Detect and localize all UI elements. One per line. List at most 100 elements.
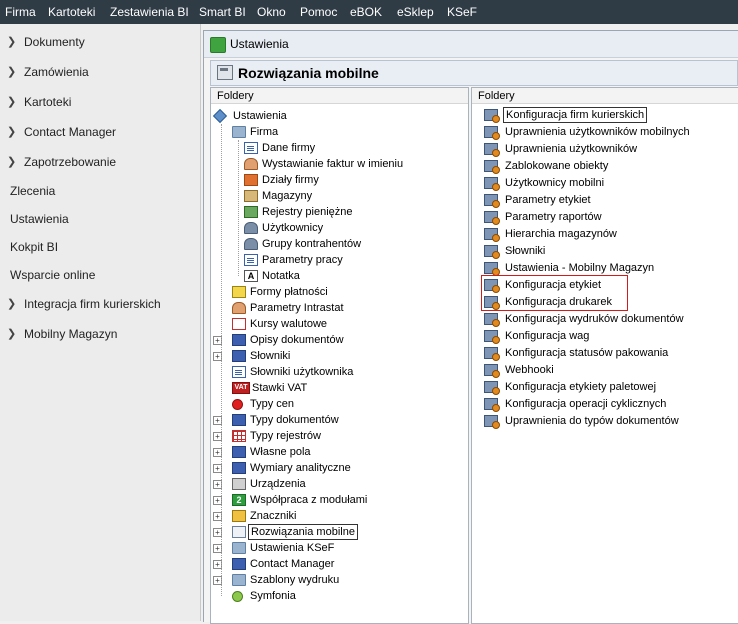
settings-list-icon xyxy=(484,211,500,225)
tree-item-magazyny[interactable]: Magazyny xyxy=(211,188,466,204)
nav-item-kokpit-bi[interactable]: Kokpit BI xyxy=(0,235,199,259)
nav-item-integracja-firm-kurierskich[interactable]: ❯ Integracja firm kurierskich xyxy=(0,292,199,316)
tree-item-formy-platnosci[interactable]: Formy płatności xyxy=(211,284,466,300)
folder-item-slowniki[interactable]: Słowniki xyxy=(472,243,738,259)
folder-item-webhooki[interactable]: Webhooki xyxy=(472,362,738,378)
tree-item-label: Parametry Intrastat xyxy=(250,302,344,314)
tree-item-notatka[interactable]: A Notatka xyxy=(211,268,466,284)
menu-ksef[interactable]: KSeF xyxy=(447,0,477,24)
tree-guide-line xyxy=(221,124,222,596)
tree-item-grupy-kontrahentow[interactable]: Grupy kontrahentów xyxy=(211,236,466,252)
folder-item-konfiguracja-statusow-pakowania[interactable]: Konfiguracja statusów pakowania xyxy=(472,345,738,361)
tree-item-slowniki[interactable]: + Słowniki xyxy=(211,348,466,364)
settings-list-icon xyxy=(484,364,500,378)
nav-item-zapotrzebowanie[interactable]: ❯ Zapotrzebowanie xyxy=(0,150,199,174)
nav-item-label: Integracja firm kurierskich xyxy=(24,297,161,311)
tree-item-opisy-dokumentow[interactable]: + Opisy dokumentów xyxy=(211,332,466,348)
menu-firma[interactable]: Firma xyxy=(5,0,36,24)
tree-item-label: Ustawienia xyxy=(233,110,287,122)
tree-item-typy-dokumentow[interactable]: + Typy dokumentów xyxy=(211,412,466,428)
tree-item-label: Opisy dokumentów xyxy=(250,334,344,346)
tree-item-ustawienia-ksef[interactable]: + Ustawienia KSeF xyxy=(211,540,466,556)
folder-item-uprawnienia-uzytkownikow-mobilnych[interactable]: Uprawnienia użytkowników mobilnych xyxy=(472,124,738,140)
tree-item-label: Notatka xyxy=(262,270,300,282)
tree-item-rejestry-pieniezne[interactable]: Rejestry pieniężne xyxy=(211,204,466,220)
tree-item-typy-cen[interactable]: Typy cen xyxy=(211,396,466,412)
settings-list-icon xyxy=(484,262,500,276)
folder-item-zablokowane-obiekty[interactable]: Zablokowane obiekty xyxy=(472,158,738,174)
tree-item-label: Użytkownicy xyxy=(262,222,324,234)
tools-icon xyxy=(212,108,228,124)
nav-item-kartoteki[interactable]: ❯ Kartoteki xyxy=(0,90,199,114)
nav-item-label: Kokpit BI xyxy=(10,240,59,254)
tree-item-label: Współpraca z modułami xyxy=(250,494,368,506)
settings-list-icon xyxy=(484,177,500,191)
tree-item-label: Wystawianie faktur w imieniu xyxy=(262,158,404,170)
tree-item-contact-manager[interactable]: + Contact Manager xyxy=(211,556,466,572)
tree-item-ustawienia[interactable]: Ustawienia xyxy=(211,108,466,124)
house-icon xyxy=(244,174,258,186)
menu-pomoc[interactable]: Pomoc xyxy=(300,0,337,24)
tree-item-urzadzenia[interactable]: + Urządzenia xyxy=(211,476,466,492)
tree-item-firma[interactable]: Firma xyxy=(211,124,466,140)
folder-item-konfiguracja-etykiety-paletowej[interactable]: Konfiguracja etykiety paletowej xyxy=(472,379,738,395)
folder-item-parametry-raportow[interactable]: Parametry raportów xyxy=(472,209,738,225)
tree-item-label: Szablony wydruku xyxy=(250,574,340,586)
menu-zestawienia-bi[interactable]: Zestawienia BI xyxy=(110,0,189,24)
tree-item-wspolpraca-z-modulami[interactable]: +2 Współpraca z modułami xyxy=(211,492,466,508)
tree-item-parametry-pracy[interactable]: Parametry pracy xyxy=(211,252,466,268)
window-title: Ustawienia xyxy=(230,37,289,51)
tree-item-dzialy-firmy[interactable]: Działy firmy xyxy=(211,172,466,188)
tree-item-szablony-wydruku[interactable]: + Szablony wydruku xyxy=(211,572,466,588)
tree-item-typy-rejestrow[interactable]: + Typy rejestrów xyxy=(211,428,466,444)
window-titlebar: Ustawienia xyxy=(204,31,738,58)
tree-item-parametry-intrastat[interactable]: Parametry Intrastat xyxy=(211,300,466,316)
menu-smart-bi[interactable]: Smart BI xyxy=(199,0,246,24)
nav-item-zamowienia[interactable]: ❯ Zamówienia xyxy=(0,60,199,84)
menu-esklep[interactable]: eSklep xyxy=(397,0,434,24)
settings-list-icon xyxy=(484,398,500,412)
tree-item-wystawianie-faktur-w-imieniu[interactable]: Wystawianie faktur w imieniu xyxy=(211,156,466,172)
folder-item-uprawnienia-do-typow-dokumentow[interactable]: Uprawnienia do typów dokumentów xyxy=(472,413,738,429)
folder-item-konfiguracja-operacji-cyklicznych[interactable]: Konfiguracja operacji cyklicznych xyxy=(472,396,738,412)
tree-item-znaczniki[interactable]: + Znaczniki xyxy=(211,508,466,524)
nav-item-wsparcie-online[interactable]: Wsparcie online xyxy=(0,263,199,287)
blue-doc-icon xyxy=(232,414,246,426)
settings-window-icon xyxy=(210,37,226,53)
menu-okno[interactable]: Okno xyxy=(257,0,286,24)
menu-kartoteki[interactable]: Kartoteki xyxy=(48,0,95,24)
tree-item-kursy-walutowe[interactable]: Kursy walutowe xyxy=(211,316,466,332)
folder-item-konfiguracja-wydrukow-dokumentow[interactable]: Konfiguracja wydruków dokumentów xyxy=(472,311,738,327)
tree-item-dane-firmy[interactable]: Dane firmy xyxy=(211,140,466,156)
menu-ebok[interactable]: eBOK xyxy=(350,0,382,24)
tree-item-label: Znaczniki xyxy=(250,510,297,522)
tree-item-wymiary-analityczne[interactable]: + Wymiary analityczne xyxy=(211,460,466,476)
folder-item-hierarchia-magazynow[interactable]: Hierarchia magazynów xyxy=(472,226,738,242)
nav-item-label: Mobilny Magazyn xyxy=(24,327,118,341)
red-dot-icon xyxy=(232,399,243,410)
module-icon: 2 xyxy=(232,494,246,506)
folder-item-parametry-etykiet[interactable]: Parametry etykiet xyxy=(472,192,738,208)
nav-item-dokumenty[interactable]: ❯ Dokumenty xyxy=(0,30,199,54)
tree-item-uzytkownicy[interactable]: Użytkownicy xyxy=(211,220,466,236)
tree-item-stawki-vat[interactable]: VAT Stawki VAT xyxy=(211,380,466,396)
folder-item-konfiguracja-wag[interactable]: Konfiguracja wag xyxy=(472,328,738,344)
nav-item-contact-manager[interactable]: ❯ Contact Manager xyxy=(0,120,199,144)
vat-icon: VAT xyxy=(232,382,250,394)
folder-item-label: Uprawnienia użytkowników xyxy=(505,143,638,155)
document-icon xyxy=(232,366,246,378)
tree-item-wlasne-pola[interactable]: + Własne pola xyxy=(211,444,466,460)
nav-item-mobilny-magazyn[interactable]: ❯ Mobilny Magazyn xyxy=(0,322,199,346)
folder-item-ustawienia-mobilny-magazyn[interactable]: Ustawienia - Mobilny Magazyn xyxy=(472,260,738,276)
tree-item-slowniki-uzytkownika[interactable]: Słowniki użytkownika xyxy=(211,364,466,380)
folder-item-uprawnienia-uzytkownikow[interactable]: Uprawnienia użytkowników xyxy=(472,141,738,157)
tree-item-rozwiazania-mobilne[interactable]: + Rozwiązania mobilne xyxy=(211,524,466,540)
settings-list-icon xyxy=(484,126,500,140)
blue-doc-icon xyxy=(232,350,246,362)
folder-item-uzytkownicy-mobilni[interactable]: Użytkownicy mobilni xyxy=(472,175,738,191)
tree-item-symfonia[interactable]: Symfonia xyxy=(211,588,466,604)
settings-list-icon xyxy=(484,228,500,242)
nav-item-zlecenia[interactable]: Zlecenia xyxy=(0,179,199,203)
nav-item-ustawienia[interactable]: Ustawienia xyxy=(0,207,199,231)
folder-item-konfiguracja-firm-kurierskich[interactable]: Konfiguracja firm kurierskich xyxy=(472,107,738,123)
